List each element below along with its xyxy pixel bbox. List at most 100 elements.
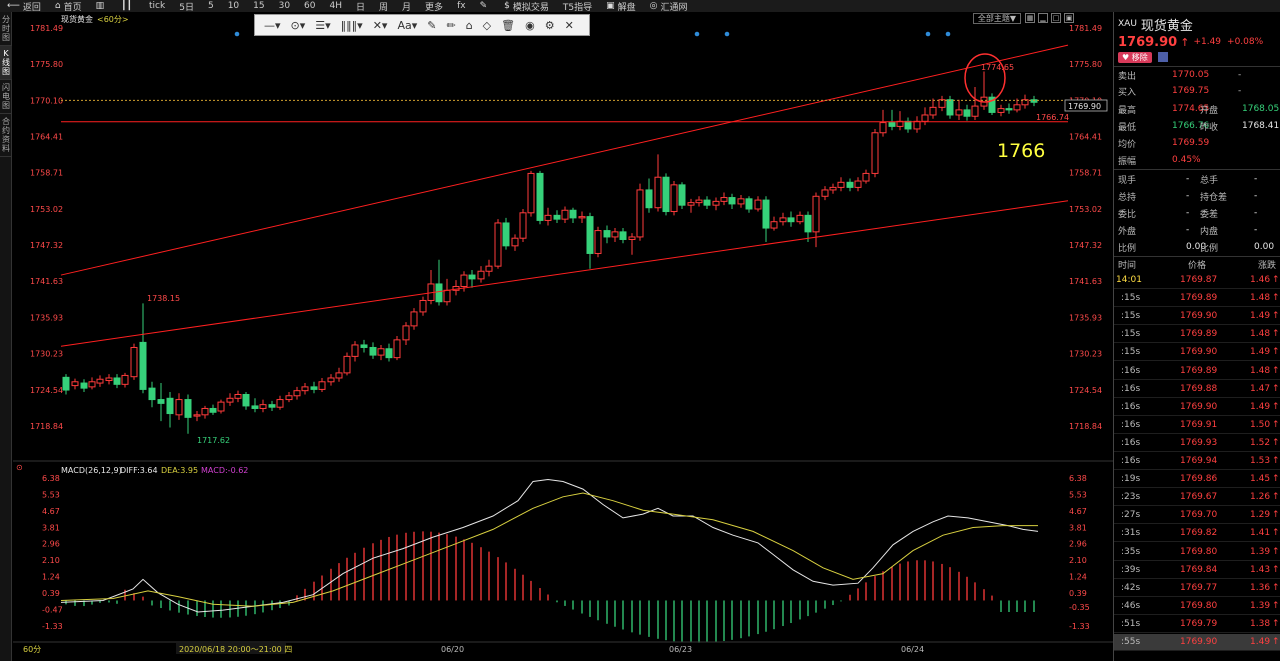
up-arrow-icon: ↑ — [1272, 637, 1280, 647]
toolbar-item[interactable]: ⟵ 返回 — [0, 0, 48, 12]
toolbar-item[interactable]: ⌂ 首页 — [48, 0, 89, 12]
marker-icon[interactable]: ✏ — [441, 19, 460, 32]
candle-body — [511, 237, 519, 247]
tick-row[interactable]: :42s 1769.77 1.36 ↑ — [1114, 580, 1280, 597]
trendline-upper[interactable] — [60, 44, 1069, 276]
toolbar-item[interactable]: ◎ 汇通网 — [643, 0, 695, 12]
event-dot-icon[interactable] — [234, 31, 240, 37]
tick-row[interactable]: :16s 1769.93 1.52 ↑ — [1114, 435, 1280, 452]
period-tab[interactable]: 60分 — [23, 645, 41, 654]
stat-label: 委差 — [1200, 209, 1219, 220]
cross-tool-icon[interactable]: ✕▾ — [368, 19, 393, 32]
tick-row[interactable]: :16s 1769.89 1.48 ↑ — [1114, 363, 1280, 380]
close-icon[interactable]: ✕ — [560, 19, 579, 32]
event-dot-icon[interactable] — [945, 31, 951, 37]
toolbar-item[interactable]: 5 — [201, 1, 221, 11]
toolbar-item[interactable]: $ 模拟交易 — [497, 0, 556, 12]
tick-row[interactable]: :16s 1769.88 1.47 ↑ — [1114, 381, 1280, 398]
toolbar-item[interactable]: 月 — [395, 0, 418, 13]
tick-row[interactable]: :51s 1769.79 1.38 ↑ — [1114, 616, 1280, 633]
tick-row[interactable]: :31s 1769.82 1.41 ↑ — [1114, 525, 1280, 543]
toolbar-item[interactable]: T5指导 — [556, 0, 599, 13]
candle-body — [971, 105, 979, 117]
maximize-icon[interactable]: □ — [1051, 13, 1061, 23]
tick-row[interactable]: :55s 1769.90 1.49 ↑ — [1114, 634, 1280, 651]
info-icon[interactable] — [1157, 52, 1168, 62]
left-tab-2[interactable]: 闪电图 — [0, 80, 12, 114]
grid-icon[interactable]: ▦ — [1025, 13, 1035, 23]
pane-icon[interactable]: ⊙ — [16, 463, 23, 472]
tick-row[interactable]: :23s 1769.67 1.26 ↑ — [1114, 489, 1280, 507]
toolbar-item[interactable]: 日 — [349, 0, 372, 13]
circle-tool-icon[interactable]: ⊙▾ — [286, 19, 311, 32]
chart-area[interactable]: 现货黄金 <60分> 1781.49 1781.49 1775.80 1775.80 177… — [13, 12, 1113, 661]
eye-icon[interactable]: ◉ — [520, 19, 540, 32]
list-tool-icon[interactable]: ☰▾ — [310, 19, 335, 32]
eraser-icon[interactable]: ◇ — [478, 19, 496, 32]
text-tool-icon[interactable]: Aa▾ — [392, 19, 422, 32]
tick-time: :16s — [1121, 401, 1141, 412]
tick-change: 1.29 — [1250, 510, 1271, 521]
tick-row[interactable]: 14:01 1769.87 1.46 ↑ — [1114, 272, 1280, 289]
toolbar-item[interactable]: 30 — [272, 1, 297, 11]
line-tool-icon[interactable]: —▾ — [259, 19, 286, 32]
toolbar-item[interactable]: ▥ — [89, 1, 115, 11]
trash-icon[interactable]: 🗑 — [496, 19, 520, 32]
tick-time: :16s — [1121, 383, 1141, 394]
restore-icon[interactable]: ▣ — [1064, 13, 1074, 23]
pencil-icon[interactable]: ✎ — [422, 19, 441, 32]
gear-icon[interactable]: ⚙ — [540, 19, 560, 32]
tick-row[interactable]: :39s 1769.84 1.43 ↑ — [1114, 562, 1280, 579]
price-axis-label-left: 1775.80 — [30, 60, 63, 69]
left-tab-3[interactable]: 合约资料 — [0, 114, 12, 157]
tick-row[interactable]: :27s 1769.70 1.29 ↑ — [1114, 507, 1280, 525]
toolbar-item-label: 更多 — [425, 2, 444, 13]
tick-change: 1.49 — [1250, 637, 1271, 647]
candle-body — [938, 99, 946, 108]
tick-row[interactable]: :15s 1769.90 1.49 ↑ — [1114, 344, 1280, 362]
toolbar-item[interactable]: 更多 — [418, 0, 450, 13]
tick-row[interactable]: :16s 1769.94 1.53 ↑ — [1114, 453, 1280, 470]
toolbar-item[interactable]: 5日 — [172, 0, 201, 13]
tick-row[interactable]: :15s 1769.89 1.48 ↑ — [1114, 326, 1280, 344]
left-tab-1[interactable]: K线图 — [0, 46, 12, 80]
event-dot-icon[interactable] — [694, 31, 700, 37]
tick-row[interactable]: :16s 1769.91 1.50 ↑ — [1114, 417, 1280, 434]
toolbar-item[interactable]: ▣ 解盘 — [599, 0, 643, 12]
toolbar-item[interactable]: ✎ — [473, 1, 498, 11]
tick-row[interactable]: :16s 1769.90 1.49 ↑ — [1114, 399, 1280, 416]
house-icon[interactable]: ⌂ — [461, 19, 478, 32]
toolbar-item[interactable]: tick — [142, 1, 172, 11]
toolbar-item[interactable]: 周 — [372, 0, 395, 13]
tick-row[interactable]: :35s 1769.80 1.39 ↑ — [1114, 544, 1280, 561]
remove-watch-button[interactable]: ♥ 移除 — [1118, 51, 1152, 63]
bars-tool-icon[interactable]: ‖‖‖▾ — [336, 19, 368, 32]
candle-body — [611, 231, 619, 238]
macd-dea: DEA:3.95 — [161, 466, 198, 475]
toolbar-item[interactable]: fx — [450, 1, 473, 11]
tick-row[interactable]: :19s 1769.86 1.45 ↑ — [1114, 471, 1280, 489]
candle-body — [762, 199, 770, 229]
toolbar-item[interactable]: ┃┃ — [114, 1, 142, 11]
tick-row[interactable]: :15s 1769.89 1.48 ↑ — [1114, 290, 1280, 308]
avg-label: 均价 — [1118, 139, 1137, 150]
toolbar-item[interactable]: 10 — [221, 1, 246, 11]
kline-chart[interactable]: 现货黄金 <60分> 1781.49 1781.49 1775.80 1775.80 177… — [13, 12, 1113, 661]
candle-body — [105, 377, 113, 382]
event-dot-icon[interactable] — [925, 31, 931, 37]
toolbar-item[interactable]: 4H — [323, 1, 350, 11]
toolbar-item-label: 4H — [329, 1, 343, 11]
candle-body — [410, 311, 418, 327]
tick-change: 1.49 — [1250, 347, 1271, 358]
minimize-icon[interactable]: ▁ — [1038, 13, 1048, 23]
tick-time: :42s — [1121, 582, 1141, 593]
left-tab-0[interactable]: 分时图 — [0, 12, 12, 46]
toolbar-item[interactable]: 60 — [297, 1, 322, 11]
tick-row[interactable]: :15s 1769.90 1.49 ↑ — [1114, 308, 1280, 326]
ticks-header-time: 时间 — [1118, 260, 1137, 271]
toolbar-item[interactable]: 15 — [246, 1, 271, 11]
up-arrow-icon: ↑ — [1272, 474, 1280, 485]
tick-row[interactable]: :46s 1769.80 1.39 ↑ — [1114, 598, 1280, 615]
theme-select-button[interactable]: 全部主题▼ — [973, 13, 1021, 24]
event-dot-icon[interactable] — [724, 31, 730, 37]
